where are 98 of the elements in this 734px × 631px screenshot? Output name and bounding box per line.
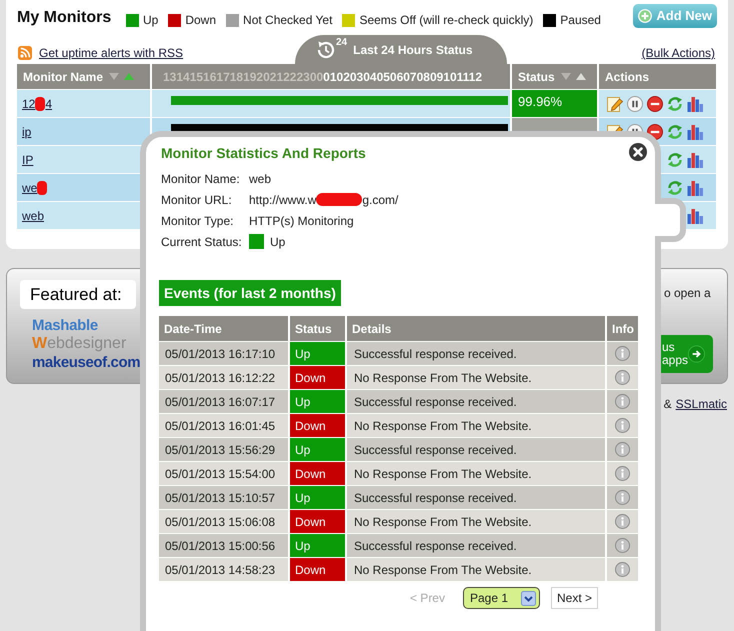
rss-link[interactable]: Get uptime alerts with RSS xyxy=(39,46,184,60)
info-icon[interactable] xyxy=(615,490,630,505)
monitor-name-link[interactable]: IP xyxy=(22,152,34,166)
status-cell: Up xyxy=(290,438,345,461)
table-cell: 05/01/2013 16:07:17 xyxy=(159,390,288,413)
legend-label: Down xyxy=(185,13,216,27)
popup-title: Monitor Statistics And Reports xyxy=(161,145,366,162)
arrow-right-icon[interactable] xyxy=(688,344,705,364)
legend-label: Paused xyxy=(560,13,601,27)
table-cell: 05/01/2013 15:56:29 xyxy=(159,438,288,461)
press-logo[interactable]: makeuseof.com xyxy=(32,353,140,373)
table-cell: No Response From The Website. xyxy=(347,366,605,389)
table-cell: Successful response received. xyxy=(347,438,605,461)
status-cell: Down xyxy=(290,462,345,485)
table-cell: No Response From The Website. xyxy=(347,558,605,581)
column-header: Info xyxy=(607,316,638,341)
legend-label: Not Checked Yet xyxy=(243,13,332,27)
plus-circle-icon[interactable] xyxy=(638,9,652,23)
table-cell: No Response From The Website. xyxy=(347,510,605,533)
info-icon[interactable] xyxy=(615,514,630,529)
column-header: Date-Time xyxy=(159,316,288,341)
info-icon[interactable] xyxy=(615,466,630,481)
tab-label: Last 24 Hours Status xyxy=(353,42,472,58)
info-icon[interactable] xyxy=(615,538,630,553)
table-cell: 05/01/2013 15:06:08 xyxy=(159,510,288,533)
legend-label: Seems Off (will re-check quickly) xyxy=(359,13,534,27)
field-value: web xyxy=(249,170,272,188)
table-cell: 05/01/2013 16:12:22 xyxy=(159,366,288,389)
table-cell: Successful response received. xyxy=(347,342,605,365)
table-cell: 05/01/2013 15:54:00 xyxy=(159,462,288,485)
today-hours-label: 010203040506070809101112 xyxy=(323,68,482,86)
next-button[interactable]: Next > xyxy=(550,587,598,609)
bar-chart-icon[interactable] xyxy=(687,96,703,112)
table-cell: Successful response received. xyxy=(347,534,605,557)
table-cell: 05/01/2013 16:17:10 xyxy=(159,342,288,365)
monitor-name-link[interactable]: ip xyxy=(22,124,32,138)
info-icon[interactable] xyxy=(615,394,630,409)
table-cell: 05/01/2013 15:10:57 xyxy=(159,486,288,509)
page-select[interactable]: Page 1 xyxy=(462,587,540,609)
table-cell: 05/01/2013 15:00:56 xyxy=(159,534,288,557)
field-value: HTTP(s) Monitoring xyxy=(249,212,354,230)
pause-icon[interactable] xyxy=(627,96,643,112)
table-cell: 05/01/2013 16:01:45 xyxy=(159,414,288,437)
field-label: Monitor URL: xyxy=(161,192,233,208)
refresh-icon[interactable] xyxy=(667,152,683,168)
field-label: Monitor Name: xyxy=(161,170,241,188)
bulk-actions-link[interactable]: (Bulk Actions) xyxy=(642,46,715,64)
sort-up-icon[interactable] xyxy=(576,73,586,80)
status-cell: Up xyxy=(290,486,345,509)
uptime-cell: 99.96% xyxy=(512,90,597,117)
status-cell: Up xyxy=(290,390,345,413)
status-cell: Up xyxy=(290,342,345,365)
bar-chart-icon[interactable] xyxy=(687,152,703,168)
info-icon[interactable] xyxy=(615,418,630,433)
column-header: Details xyxy=(347,316,605,341)
clock-icon xyxy=(316,40,336,60)
monitor-name-link[interactable]: web xyxy=(22,208,44,222)
sslmatic-link[interactable]: SSLmatic xyxy=(676,395,727,413)
table-cell: Successful response received. xyxy=(347,486,605,509)
field-label: Current Status: xyxy=(161,234,243,250)
status-cell: Down xyxy=(290,558,345,581)
link-prefix: & xyxy=(664,396,672,413)
past-hours-label: 131415161718192021222300 xyxy=(163,68,324,86)
bar-chart-icon[interactable] xyxy=(687,124,703,140)
pencil-icon[interactable] xyxy=(607,96,623,112)
table-cell: Successful response received. xyxy=(347,390,605,413)
table-cell: No Response From The Website. xyxy=(347,414,605,437)
legend-label: Up xyxy=(143,13,158,27)
monitor-name-link[interactable]: we xyxy=(22,180,48,194)
events-heading: Events (for last 2 months) xyxy=(159,280,341,306)
promo-text: o open a xyxy=(663,286,712,300)
bar-chart-icon[interactable] xyxy=(687,208,703,224)
table-cell: No Response From The Website. xyxy=(347,462,605,485)
chevron-down-icon[interactable] xyxy=(520,590,536,606)
close-icon[interactable] xyxy=(629,143,647,161)
url-text: g.com/ xyxy=(362,192,398,208)
minus-circle-icon[interactable] xyxy=(647,96,663,112)
column-header: Actions xyxy=(599,64,716,89)
info-icon[interactable] xyxy=(615,370,630,385)
field-value: Up xyxy=(270,234,286,250)
page-title: My Monitors xyxy=(17,9,112,26)
info-icon[interactable] xyxy=(615,562,630,577)
table-cell: 05/01/2013 14:58:23 xyxy=(159,558,288,581)
status-cell: Down xyxy=(290,366,345,389)
status-cell: Up xyxy=(290,534,345,557)
rss-icon[interactable] xyxy=(18,46,32,60)
field-label: Monitor Type: xyxy=(161,212,234,230)
refresh-icon[interactable] xyxy=(667,180,683,196)
status-cell: Down xyxy=(290,414,345,437)
info-icon[interactable] xyxy=(615,346,630,361)
hours-count-label: 24 xyxy=(336,38,348,48)
featured-title: Featured at: xyxy=(20,280,136,309)
status-cell: Down xyxy=(290,510,345,533)
column-header: Status xyxy=(290,316,345,341)
url-text: http://www.w xyxy=(249,192,316,208)
bar-chart-icon[interactable] xyxy=(687,180,703,196)
monitor-name-link[interactable]: 12 4 xyxy=(22,96,52,110)
info-icon[interactable] xyxy=(615,442,630,457)
